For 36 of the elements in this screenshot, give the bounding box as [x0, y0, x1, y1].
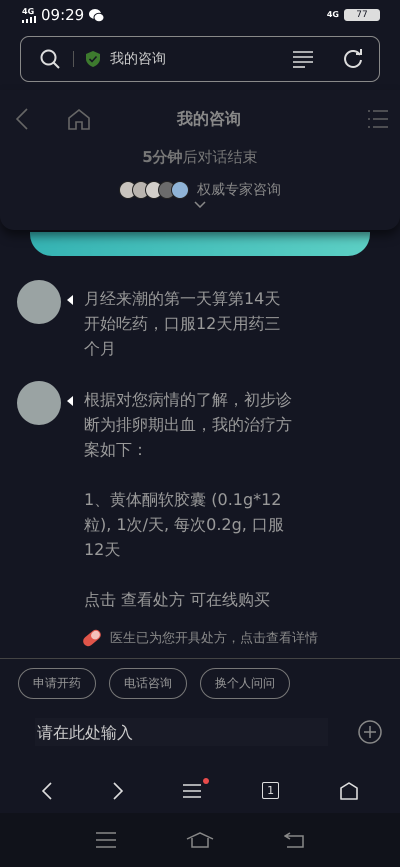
add-icon[interactable]: [358, 720, 382, 744]
forward-icon[interactable]: [112, 782, 123, 800]
quick-reply-chip[interactable]: 电话咨询: [109, 668, 187, 699]
header-title: 我的咨询: [176, 108, 242, 130]
chevron-down-icon[interactable]: [194, 201, 206, 208]
expert-avatar-placeholder: [171, 181, 189, 199]
reader-lines-icon[interactable]: [293, 50, 313, 68]
page-title: 我的咨询: [110, 50, 167, 68]
chat-bubbles-icon: [89, 8, 104, 22]
network-label: 4G: [22, 8, 34, 16]
avatar-photo-placeholder: [17, 280, 61, 324]
message-text: 根据对您病情的了解，初步诊断为排卵期出血，我的治疗方案如下：: [84, 389, 293, 461]
list-menu-icon[interactable]: [368, 110, 388, 128]
search-icon[interactable]: [39, 48, 61, 70]
avatar-photo-placeholder: [17, 381, 61, 425]
message-input-field[interactable]: 请在此处输入: [35, 718, 328, 746]
address-bar[interactable]: 我的咨询: [20, 36, 380, 82]
countdown-text: 5分钟后对话结束: [142, 148, 258, 167]
message-text: 1、黄体酮软胶囊 (0.1g*12粒), 1次/天, 每次0.2g, 口服12天: [84, 489, 285, 561]
clock-time: 09:29: [41, 6, 84, 24]
return-icon[interactable]: [284, 832, 304, 848]
prescription-notice[interactable]: 医生已为您开具处方，点击查看详情: [0, 626, 400, 650]
message-text: 点击 查看处方 可在线购买: [84, 589, 272, 611]
message-text: 月经来潮的第一天算第14天开始吃药，口服12天用药三个月: [84, 288, 282, 360]
network-label: 4G: [326, 11, 339, 19]
refresh-icon[interactable]: [343, 49, 363, 69]
menu-icon[interactable]: [183, 782, 202, 798]
bubble-pointer-icon: [67, 396, 73, 406]
prescription-button[interactable]: [30, 232, 370, 256]
experts-label[interactable]: 权威专家咨询: [197, 181, 281, 199]
battery-icon: 77: [344, 9, 380, 21]
shield-check-icon: [86, 51, 100, 67]
quick-reply-chip[interactable]: 换个人问问: [200, 668, 290, 699]
quick-reply-chip[interactable]: 申请开药: [18, 668, 96, 699]
tabs-button[interactable]: 1: [262, 782, 280, 799]
bubble-pointer-icon: [67, 295, 73, 305]
